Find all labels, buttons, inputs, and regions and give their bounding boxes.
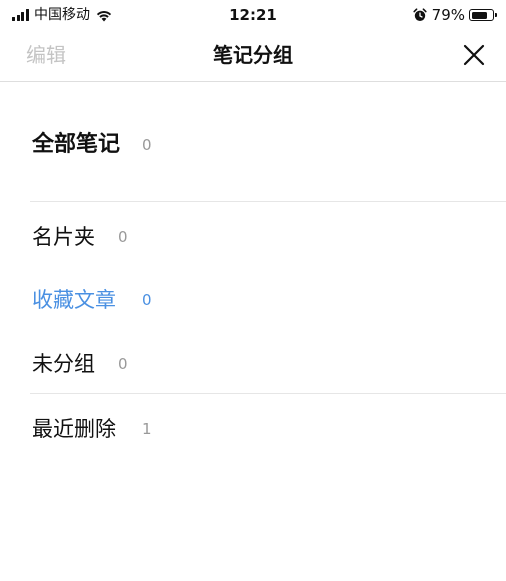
group-item-all-notes[interactable]: 全部笔记 0	[0, 120, 506, 170]
divider	[30, 393, 506, 394]
group-item-saved-articles[interactable]: 收藏文章 0	[0, 281, 506, 321]
page-title: 笔记分组	[213, 43, 293, 67]
group-label: 全部笔记	[32, 132, 121, 157]
group-item-business-cards[interactable]: 名片夹 0	[0, 218, 506, 258]
group-item-recently-deleted[interactable]: 最近删除 1	[0, 410, 506, 450]
group-label: 最近删除	[32, 417, 116, 441]
group-item-ungrouped[interactable]: 未分组 0	[0, 345, 506, 385]
group-label: 收藏文章	[32, 288, 116, 312]
divider	[30, 201, 506, 202]
group-label: 未分组	[32, 352, 95, 376]
close-icon[interactable]	[462, 43, 486, 67]
battery-cap	[495, 13, 497, 17]
alarm-icon	[413, 8, 427, 21]
group-count: 0	[118, 228, 128, 246]
battery-fill	[471, 11, 488, 19]
battery-icon	[469, 9, 497, 21]
group-count: 0	[142, 291, 152, 309]
group-label: 名片夹	[32, 225, 95, 249]
status-right: 79%	[413, 6, 497, 24]
group-count: 0	[142, 136, 152, 154]
nav-bar: 编辑 笔记分组	[0, 30, 506, 82]
group-count: 0	[118, 355, 128, 373]
battery-percent: 79%	[431, 6, 465, 24]
group-count: 1	[142, 420, 152, 438]
status-bar: 中国移动 12:21 79%	[0, 0, 506, 30]
